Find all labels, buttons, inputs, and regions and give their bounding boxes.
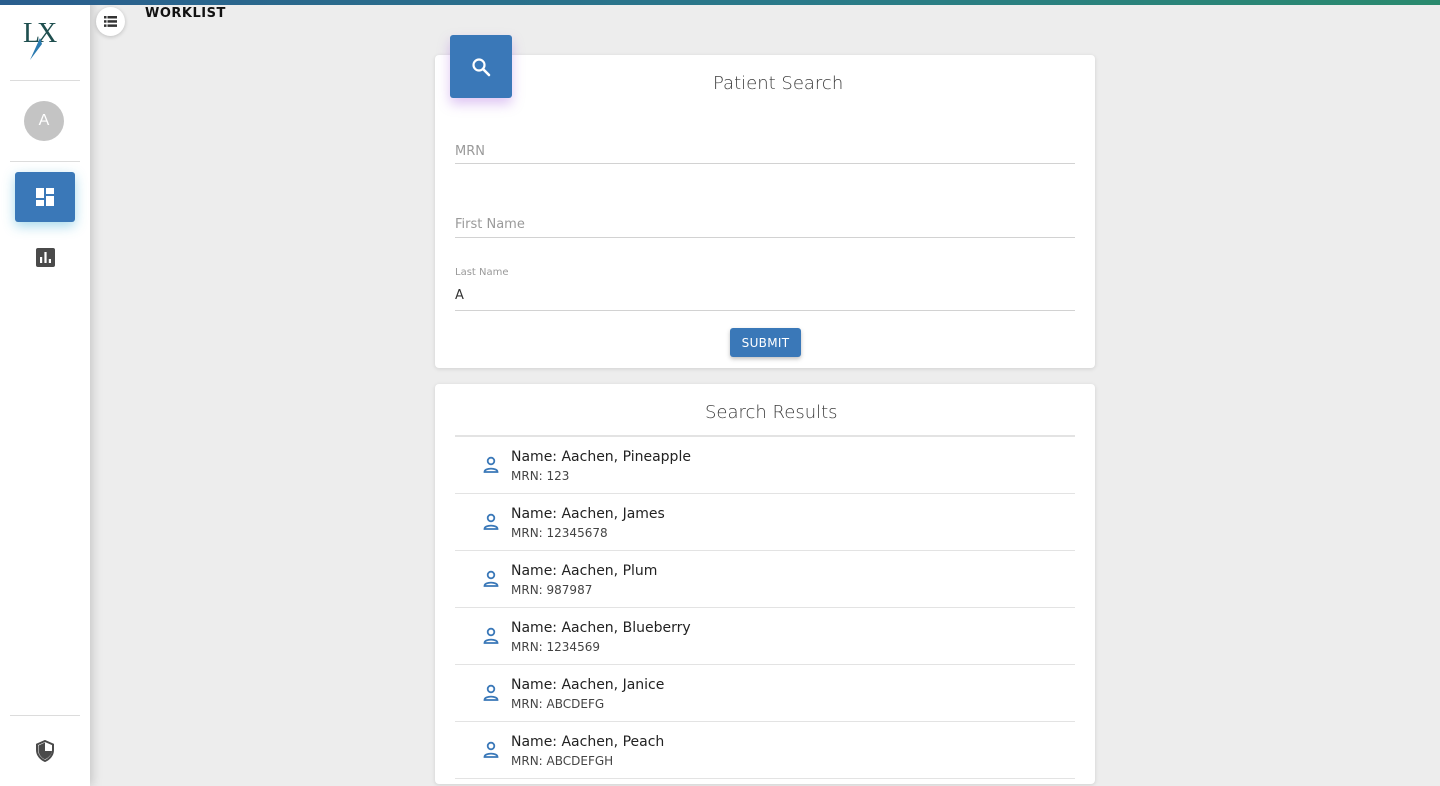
mrn-field-underline (455, 163, 1075, 164)
result-name: Name: Aachen, Janice (511, 677, 665, 693)
patient-search-card: Patient Search MRN First Name Last Name … (435, 55, 1095, 368)
person-icon (483, 570, 499, 587)
result-name: Name: Aachen, Pineapple (511, 449, 691, 465)
mrn-field[interactable]: MRN (455, 144, 485, 159)
sidebar: L X A (0, 0, 90, 786)
list-item[interactable]: Name: Aachen, Blueberry MRN: 1234569 (455, 608, 1075, 665)
dashboard-icon (36, 188, 54, 206)
result-mrn: MRN: 123 (511, 469, 570, 483)
person-icon (483, 684, 499, 701)
list-item[interactable]: Name: Aachen, Peach MRN: ABCDEFGH (455, 722, 1075, 779)
list-item[interactable]: Name: Aachen, Pineapple MRN: 123 (455, 437, 1075, 494)
person-icon (483, 627, 499, 644)
search-icon (472, 57, 491, 76)
sidebar-item-reports[interactable] (15, 232, 75, 282)
menu-toggle-button[interactable] (96, 7, 125, 36)
shield-icon (36, 739, 54, 763)
search-card-header-icon (450, 35, 512, 98)
last-name-field-underline (455, 310, 1075, 311)
list-item[interactable]: Name: Aachen, Plum MRN: 987987 (455, 551, 1075, 608)
bar-chart-icon (35, 247, 55, 267)
app-logo[interactable]: L X (20, 14, 68, 64)
last-name-label: Last Name (455, 267, 509, 278)
result-mrn: MRN: 987987 (511, 583, 593, 597)
last-name-field[interactable]: A (455, 288, 464, 303)
lx-logo-icon: L X (23, 18, 57, 60)
first-name-field-underline (455, 237, 1075, 238)
list-item[interactable]: Name: Aachen, Janice MRN: ABCDEFG (455, 665, 1075, 722)
search-results-card: Search Results Name: Aachen, Pineapple M… (435, 384, 1095, 784)
sidebar-divider (10, 161, 80, 162)
avatar[interactable]: A (24, 101, 64, 141)
result-name: Name: Aachen, Plum (511, 563, 658, 579)
sidebar-item-dashboard[interactable] (15, 172, 75, 222)
page-title: WORKLIST (145, 6, 226, 21)
result-mrn: MRN: ABCDEFGH (511, 754, 614, 768)
result-name: Name: Aachen, Peach (511, 734, 665, 750)
result-name: Name: Aachen, James (511, 506, 665, 522)
results-list: Name: Aachen, Pineapple MRN: 123 Name: A… (455, 437, 1075, 779)
sidebar-divider (10, 80, 80, 81)
first-name-field[interactable]: First Name (455, 217, 525, 232)
search-card-title: Patient Search (713, 73, 844, 94)
sidebar-divider (10, 715, 80, 716)
top-accent-bar (0, 0, 1440, 5)
person-icon (483, 456, 499, 473)
person-icon (483, 513, 499, 530)
result-mrn: MRN: 12345678 (511, 526, 608, 540)
submit-button[interactable]: SUBMIT (730, 328, 801, 357)
result-mrn: MRN: 1234569 (511, 640, 600, 654)
security-button[interactable] (34, 739, 56, 763)
person-icon (483, 741, 499, 758)
result-mrn: MRN: ABCDEFG (511, 697, 605, 711)
result-name: Name: Aachen, Blueberry (511, 620, 691, 636)
results-card-title: Search Results (705, 402, 838, 423)
list-icon (104, 16, 117, 27)
list-item[interactable]: Name: Aachen, James MRN: 12345678 (455, 494, 1075, 551)
